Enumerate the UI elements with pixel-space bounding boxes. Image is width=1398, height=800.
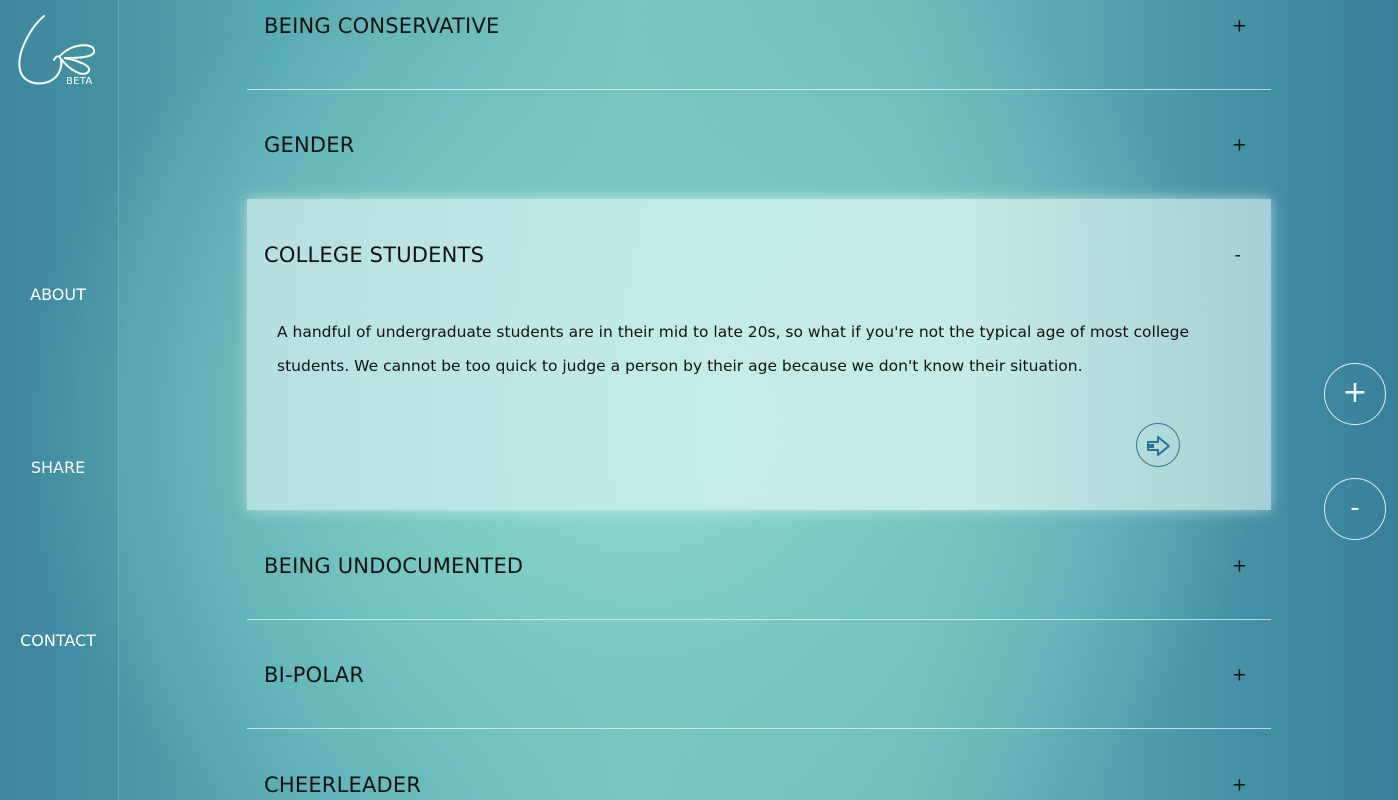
accordion-title: COLLEGE STUDENTS xyxy=(264,243,485,267)
nav-share-link[interactable]: SHARE xyxy=(0,458,116,477)
accordion-item: BEING CONSERVATIVE + xyxy=(247,0,1271,71)
divider xyxy=(247,728,1271,729)
accordion-header-being-undocumented[interactable]: BEING UNDOCUMENTED + xyxy=(247,521,1271,611)
collapse-icon[interactable]: - xyxy=(1235,245,1242,266)
accordion-header-gender[interactable]: GENDER + xyxy=(247,100,1271,190)
nav-about-link[interactable]: ABOUT xyxy=(0,285,116,304)
expand-icon[interactable]: + xyxy=(1232,665,1247,686)
accordion-item: CHEERLEADER + xyxy=(247,740,1271,800)
accordion-title: BI-POLAR xyxy=(264,663,365,687)
beta-badge: BETA xyxy=(66,76,93,87)
expand-icon[interactable]: + xyxy=(1232,556,1247,577)
expand-icon[interactable]: + xyxy=(1232,16,1247,37)
accordion-header-college-students[interactable]: COLLEGE STUDENTS - xyxy=(247,199,1271,311)
next-arrow-button[interactable] xyxy=(1136,423,1180,467)
nav-contact-link[interactable]: CONTACT xyxy=(0,631,116,650)
divider xyxy=(247,619,1271,620)
arrow-right-icon xyxy=(1147,436,1170,456)
accordion-header-cheerleader[interactable]: CHEERLEADER + xyxy=(247,740,1271,800)
accordion-title: BEING CONSERVATIVE xyxy=(264,14,500,38)
accordion-header-being-conservative[interactable]: BEING CONSERVATIVE + xyxy=(247,0,1271,71)
zoom-in-button[interactable]: + xyxy=(1324,363,1386,425)
accordion-header-bi-polar[interactable]: BI-POLAR + xyxy=(247,630,1271,720)
accordion-title: BEING UNDOCUMENTED xyxy=(264,554,524,578)
accordion-item-expanded: COLLEGE STUDENTS - A handful of undergra… xyxy=(247,199,1271,510)
accordion-item: BEING UNDOCUMENTED + xyxy=(247,521,1271,611)
accordion-body: A handful of undergraduate students are … xyxy=(247,311,1271,383)
accordion-title: CHEERLEADER xyxy=(264,773,422,797)
accordion-body-text: A handful of undergraduate students are … xyxy=(277,323,1190,375)
accordion-item: BI-POLAR + xyxy=(247,630,1271,720)
divider xyxy=(247,89,1271,90)
sidebar: BETA ABOUT SHARE CONTACT xyxy=(0,0,119,800)
zoom-out-button[interactable]: - xyxy=(1324,478,1386,540)
expand-icon[interactable]: + xyxy=(1232,775,1247,796)
expand-icon[interactable]: + xyxy=(1232,135,1247,156)
accordion-item: GENDER + xyxy=(247,100,1271,190)
accordion-title: GENDER xyxy=(264,133,355,157)
logo[interactable]: BETA xyxy=(14,12,104,92)
